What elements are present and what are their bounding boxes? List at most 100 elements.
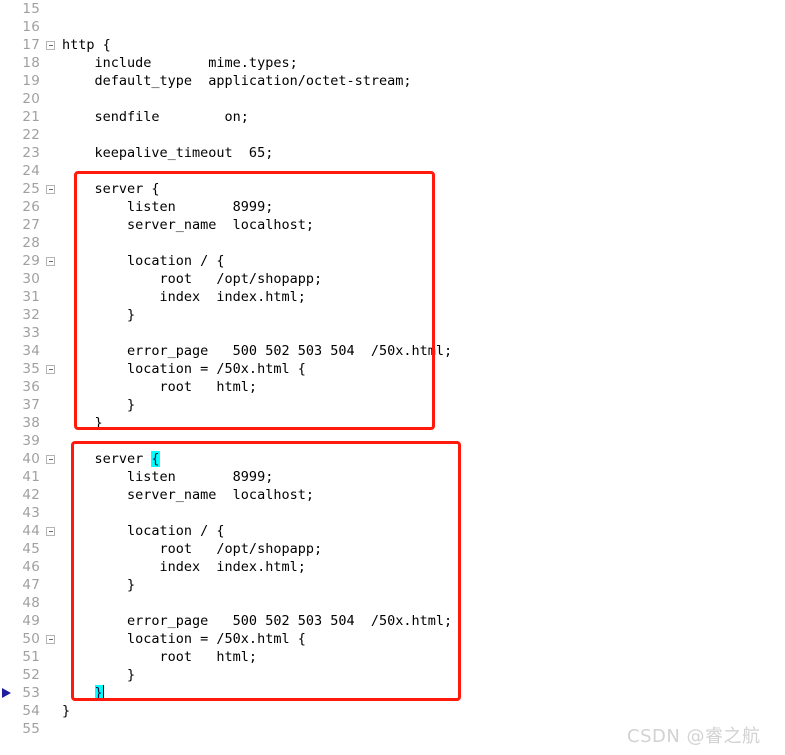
code-text[interactable]: http { — [62, 36, 111, 54]
matching-bracket-highlight: { — [151, 451, 160, 467]
code-line[interactable]: 50 location = /50x.html { — [0, 630, 785, 648]
code-text[interactable]: error_page 500 502 503 504 /50x.html; — [62, 342, 452, 360]
code-line[interactable]: 34 error_page 500 502 503 504 /50x.html; — [0, 342, 785, 360]
code-text[interactable]: server_name localhost; — [62, 486, 314, 504]
code-text[interactable]: index index.html; — [62, 288, 306, 306]
code-line[interactable]: 37 } — [0, 396, 785, 414]
code-text[interactable]: root /opt/shopapp; — [62, 270, 323, 288]
code-text[interactable]: } — [62, 702, 70, 720]
line-number: 27 — [22, 217, 40, 233]
code-line[interactable]: 38 } — [0, 414, 785, 432]
fold-collapse-icon[interactable] — [46, 184, 55, 194]
line-number: 31 — [22, 289, 40, 305]
code-line[interactable]: 33 — [0, 324, 785, 342]
code-line[interactable]: 36 root html; — [0, 378, 785, 396]
code-text[interactable]: root html; — [62, 378, 258, 396]
code-lines-container[interactable]: 15 16 17 http {18 include mime.types; 19 def… — [0, 0, 785, 740]
code-line[interactable]: 40 server { — [0, 450, 785, 468]
code-text[interactable]: } — [62, 306, 135, 324]
code-line[interactable]: 47 } — [0, 576, 785, 594]
line-number: 18 — [22, 55, 40, 71]
code-line[interactable]: 52 } — [0, 666, 785, 684]
line-number: 22 — [22, 127, 40, 143]
fold-collapse-icon[interactable] — [46, 364, 55, 374]
line-number: 52 — [22, 667, 40, 683]
code-line[interactable]: 25 server { — [0, 180, 785, 198]
code-line[interactable]: 39 — [0, 432, 785, 450]
code-line[interactable]: 32 } — [0, 306, 785, 324]
line-number: 36 — [22, 379, 40, 395]
code-text[interactable]: include mime.types; — [62, 54, 298, 72]
code-text[interactable]: default_type application/octet-stream; — [62, 72, 412, 90]
code-line[interactable]: 43 — [0, 504, 785, 522]
code-line[interactable]: 17 http { — [0, 36, 785, 54]
code-line[interactable]: 29 location / { — [0, 252, 785, 270]
fold-collapse-icon[interactable] — [46, 454, 55, 464]
line-number: 16 — [22, 19, 40, 35]
code-line[interactable]: 27 server_name localhost; — [0, 216, 785, 234]
code-line[interactable]: 15 — [0, 0, 785, 18]
code-line[interactable]: 21 sendfile on; — [0, 108, 785, 126]
code-line[interactable]: 35 location = /50x.html { — [0, 360, 785, 378]
code-text[interactable]: location = /50x.html { — [62, 630, 306, 648]
code-line[interactable]: 24 — [0, 162, 785, 180]
code-line[interactable]: 46 index index.html; — [0, 558, 785, 576]
code-line[interactable]: 19 default_type application/octet-stream… — [0, 72, 785, 90]
code-line[interactable]: 49 error_page 500 502 503 504 /50x.html; — [0, 612, 785, 630]
code-line[interactable]: 23 keepalive_timeout 65; — [0, 144, 785, 162]
code-text[interactable]: } — [62, 396, 135, 414]
code-text[interactable]: keepalive_timeout 65; — [62, 144, 274, 162]
code-line[interactable]: 30 root /opt/shopapp; — [0, 270, 785, 288]
code-text[interactable]: server { — [62, 450, 160, 468]
code-text[interactable]: } — [62, 576, 135, 594]
code-text[interactable]: location / { — [62, 522, 225, 540]
line-number: 54 — [22, 703, 40, 719]
code-text[interactable]: listen 8999; — [62, 198, 273, 216]
line-number: 51 — [22, 649, 40, 665]
code-line[interactable]: 53 } — [0, 684, 785, 702]
line-number: 29 — [22, 253, 40, 269]
code-text[interactable]: server_name localhost; — [62, 216, 314, 234]
code-text[interactable]: root html; — [62, 648, 258, 666]
code-text[interactable]: index index.html; — [62, 558, 306, 576]
line-number: 55 — [22, 721, 40, 737]
code-line[interactable]: 54} — [0, 702, 785, 720]
line-number: 50 — [22, 631, 40, 647]
code-text[interactable]: location = /50x.html { — [62, 360, 306, 378]
line-number: 17 — [22, 37, 40, 53]
line-number: 28 — [22, 235, 40, 251]
code-line[interactable]: 18 include mime.types; — [0, 54, 785, 72]
code-text[interactable]: root /opt/shopapp; — [62, 540, 323, 558]
line-number: 40 — [22, 451, 40, 467]
code-line[interactable]: 51 root html; — [0, 648, 785, 666]
code-text[interactable]: } — [62, 414, 103, 432]
fold-collapse-icon[interactable] — [46, 256, 55, 266]
code-line[interactable]: 26 listen 8999; — [0, 198, 785, 216]
code-line[interactable]: 42 server_name localhost; — [0, 486, 785, 504]
code-text[interactable]: error_page 500 502 503 504 /50x.html; — [62, 612, 452, 630]
fold-collapse-icon[interactable] — [46, 526, 55, 536]
code-line[interactable]: 16 — [0, 18, 785, 36]
matching-bracket-highlight: } — [94, 685, 103, 701]
code-text[interactable]: } — [62, 684, 104, 702]
code-text[interactable]: server { — [62, 180, 160, 198]
code-line[interactable]: 31 index index.html; — [0, 288, 785, 306]
code-text[interactable]: location / { — [62, 252, 225, 270]
line-number: 30 — [22, 271, 40, 287]
code-line[interactable]: 22 — [0, 126, 785, 144]
line-number: 44 — [22, 523, 40, 539]
line-number: 39 — [22, 433, 40, 449]
code-line[interactable]: 41 listen 8999; — [0, 468, 785, 486]
line-number: 24 — [22, 163, 40, 179]
code-line[interactable]: 28 — [0, 234, 785, 252]
code-line[interactable]: 48 — [0, 594, 785, 612]
code-line[interactable]: 20 — [0, 90, 785, 108]
fold-collapse-icon[interactable] — [46, 40, 55, 50]
text-caret — [102, 685, 104, 700]
code-line[interactable]: 45 root /opt/shopapp; — [0, 540, 785, 558]
code-line[interactable]: 44 location / { — [0, 522, 785, 540]
code-text[interactable]: } — [62, 666, 135, 684]
code-text[interactable]: sendfile on; — [62, 108, 249, 126]
fold-collapse-icon[interactable] — [46, 634, 55, 644]
code-text[interactable]: listen 8999; — [62, 468, 273, 486]
